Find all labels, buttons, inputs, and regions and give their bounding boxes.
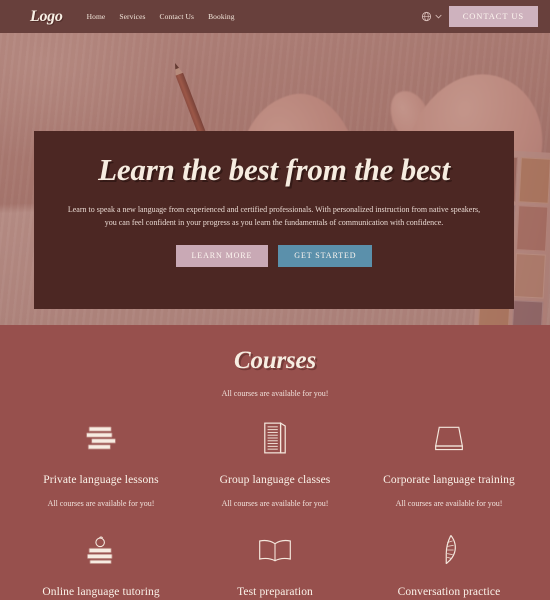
course-card-private-language-lessons[interactable]: Private language lessons All courses are… <box>14 420 188 508</box>
hero-content-card: Learn the best from the best Learn to sp… <box>34 131 514 309</box>
course-title: Private language lessons <box>43 474 159 486</box>
course-description: All courses are available for you! <box>395 499 503 508</box>
navbar-right-group: CONTACT US <box>421 6 538 27</box>
course-title: Group language classes <box>219 474 331 486</box>
course-title: Online language tutoring <box>42 586 160 598</box>
course-card-conversation-practice[interactable]: Conversation practice All courses are av… <box>362 532 536 600</box>
course-card-online-language-tutoring[interactable]: Online language tutoring All courses are… <box>14 532 188 600</box>
courses-grid: Private language lessons All courses are… <box>0 420 550 600</box>
learn-more-button[interactable]: LEARN MORE <box>175 245 269 268</box>
site-logo[interactable]: Logo <box>30 8 63 26</box>
globe-icon <box>421 11 432 22</box>
landing-page: Logo Home Services Contact Us Booking CO… <box>0 0 550 600</box>
nav-item-contact-us[interactable]: Contact Us <box>160 12 195 21</box>
open-book-icon <box>257 532 293 568</box>
course-card-test-preparation[interactable]: Test preparation All courses are availab… <box>188 532 362 600</box>
contact-us-button[interactable]: CONTACT US <box>448 6 538 27</box>
quill-feather-icon <box>438 532 460 568</box>
course-title: Conversation practice <box>397 586 501 598</box>
chevron-down-icon <box>435 14 442 19</box>
courses-title: Courses <box>234 347 316 374</box>
get-started-button[interactable]: GET STARTED <box>278 245 373 268</box>
course-description: All courses are available for you! <box>221 499 329 508</box>
language-selector[interactable] <box>421 11 442 22</box>
hero-paragraph: Learn to speak a new language from exper… <box>67 205 481 228</box>
course-title: Corporate language training <box>383 474 515 486</box>
navbar: Logo Home Services Contact Us Booking CO… <box>0 0 550 33</box>
dictionary-book-icon <box>262 420 288 456</box>
stacked-books-icon <box>84 420 118 456</box>
course-card-group-language-classes[interactable]: Group language classes All courses are a… <box>188 420 362 508</box>
hero-title: Learn the best from the best <box>98 152 450 187</box>
nav-item-home[interactable]: Home <box>87 12 106 21</box>
course-description: All courses are available for you! <box>47 499 155 508</box>
courses-section: Courses All courses are available for yo… <box>0 325 550 600</box>
course-card-corporate-language-training[interactable]: Corporate language training All courses … <box>362 420 536 508</box>
primary-navigation: Home Services Contact Us Booking <box>87 12 235 21</box>
courses-subtitle: All courses are available for you! <box>221 389 329 398</box>
apple-on-books-icon <box>84 532 118 568</box>
course-title: Test preparation <box>237 586 313 598</box>
nav-item-services[interactable]: Services <box>119 12 145 21</box>
hero-button-group: LEARN MORE GET STARTED <box>64 245 484 268</box>
closed-book-icon <box>433 420 465 456</box>
hero-section: Learn the best from the best Learn to sp… <box>0 33 550 325</box>
nav-item-booking[interactable]: Booking <box>208 12 235 21</box>
